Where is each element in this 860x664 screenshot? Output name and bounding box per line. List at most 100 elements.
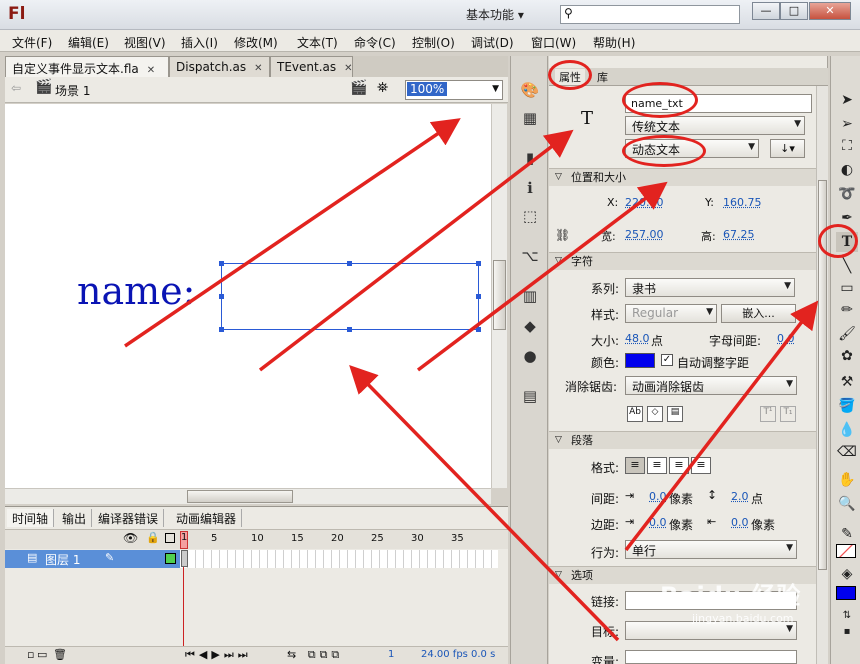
stage-name-label[interactable]: name: [77,269,195,313]
dynamic-text-field[interactable] [219,261,481,332]
deco-tool-icon[interactable]: ✿ [836,346,858,366]
selection-handle[interactable] [219,327,224,332]
menu-file[interactable]: 文件(F) [12,34,52,51]
selection-handle[interactable] [219,294,224,299]
html-render-button[interactable]: ◇ [647,406,663,422]
menu-modify[interactable]: 修改(M) [234,34,278,51]
subselection-tool-icon[interactable]: ➢ [836,114,858,134]
letter-spacing-value[interactable]: 0.0 [777,332,795,345]
character-header[interactable]: ▽ 字符 [549,252,816,270]
new-layer-icon[interactable]: ▫ [27,648,34,661]
selection-handle[interactable] [476,261,481,266]
selectable-button[interactable]: Ab [627,406,643,422]
eraser-tool-icon[interactable]: ⌫ [836,442,858,462]
selection-handle[interactable] [219,261,224,266]
line-spacing-value[interactable]: 2.0 [731,490,749,503]
menu-view[interactable]: 视图(V) [124,34,166,51]
text-engine-select[interactable]: 传统文本 ▼ [625,116,805,135]
project-icon[interactable]: ● [520,346,540,366]
menu-help[interactable]: 帮助(H) [593,34,635,51]
close-button[interactable]: ✕ [809,2,851,20]
stroke-color-swatch[interactable] [836,544,856,558]
align-left-button[interactable]: ≡ [625,457,645,474]
frame-rate[interactable]: 24.00 fps [421,649,468,660]
menu-text[interactable]: 文本(T) [297,34,338,51]
selection-tool-icon[interactable]: ➤ [836,90,858,110]
x-value[interactable]: 220.00 [625,196,664,209]
paragraph-header[interactable]: ▽ 段落 [549,431,816,449]
left-margin-value[interactable]: 0.0 [649,516,667,529]
minimize-button[interactable]: — [752,2,780,20]
new-folder-icon[interactable]: ▭ [37,648,47,661]
menu-window[interactable]: 窗口(W) [531,34,576,51]
paint-bucket-tool-icon[interactable]: 🪣 [836,396,858,416]
justify-button[interactable]: ≡ [691,457,711,474]
default-colors-icon[interactable]: ▪ [836,622,858,642]
text-orientation-button[interactable]: ↓▾ [770,139,805,158]
font-style-select[interactable]: Regular ▼ [625,304,717,323]
font-size-value[interactable]: 48.0 [625,332,650,345]
scene-label[interactable]: 场景 1 [55,82,90,99]
line-type-select[interactable]: 单行 ▼ [625,540,797,559]
close-icon[interactable]: ✕ [147,65,155,76]
free-transform-tool-icon[interactable]: ⛶ [836,136,858,156]
width-value[interactable]: 257.00 [625,228,664,241]
superscript-button[interactable]: T¹ [760,406,776,422]
tab-fla-document[interactable]: 自定义事件显示文本.fla ✕ [5,56,169,77]
y-value[interactable]: 160.75 [723,196,762,209]
auto-kern-checkbox[interactable]: ✓ [661,354,673,366]
indent-value[interactable]: 0.0 [649,490,667,503]
transform-icon[interactable]: ⬚ [520,206,540,226]
subscript-button[interactable]: T₁ [780,406,796,422]
stage-vertical-scrollbar[interactable] [491,104,507,488]
menu-insert[interactable]: 插入(I) [181,34,218,51]
swatches-icon[interactable]: ▦ [520,108,540,128]
rectangle-tool-icon[interactable]: ▭ [836,278,858,298]
right-margin-value[interactable]: 0.0 [731,516,749,529]
close-icon[interactable]: ✕ [254,63,262,74]
lock-icon[interactable]: 🔒 [146,531,160,544]
tab-motion-editor[interactable]: 动画编辑器 [171,509,243,527]
edit-scene-icon[interactable]: 🎬 [350,80,367,96]
stage-horizontal-scrollbar[interactable] [5,488,491,504]
height-value[interactable]: 67.25 [723,228,755,241]
stroke-color-icon[interactable]: ✎ [836,524,858,544]
menu-debug[interactable]: 调试(D) [471,34,514,51]
font-family-select[interactable]: 隶书 ▼ [625,278,795,297]
workspace-switcher[interactable]: 基本功能 ▾ [466,6,524,23]
edit-symbol-icon[interactable]: ⛯ [377,80,388,96]
bone-tool-icon[interactable]: ⚒ [836,372,858,392]
embed-button[interactable]: 嵌入... [721,304,796,323]
show-border-button[interactable]: ▤ [667,406,683,422]
close-icon[interactable]: ✕ [344,63,352,74]
stage-canvas[interactable]: name: [5,104,491,488]
menu-commands[interactable]: 命令(C) [354,34,396,51]
tab-tevent-as[interactable]: TEvent.as ✕ [270,56,353,77]
fill-color-icon[interactable]: ◈ [836,564,858,584]
zoom-select[interactable]: 100% ▼ [405,80,503,100]
selection-handle[interactable] [347,327,352,332]
line-tool-icon[interactable]: ╲ [836,256,858,276]
eye-icon[interactable]: 👁 [123,531,138,545]
scroll-thumb[interactable] [493,260,506,330]
hand-tool-icon[interactable]: ✋ [836,470,858,490]
pencil-tool-icon[interactable]: ✏ [836,300,858,320]
layer-color-swatch[interactable] [165,553,176,564]
position-size-header[interactable]: ▽ 位置和大小 [549,168,816,186]
align-icon[interactable]: ▮ [520,148,540,168]
panel-scrollbar[interactable] [816,86,828,664]
color-panel-icon[interactable]: 🎨 [520,80,540,100]
align-center-button[interactable]: ≡ [647,457,667,474]
align-right-button[interactable]: ≡ [669,457,689,474]
scroll-thumb[interactable] [187,490,293,503]
code-snippets-icon[interactable]: ⌥ [520,246,540,266]
layer-row[interactable]: ▤ 图层 1 ✎ [5,550,180,568]
zoom-tool-icon[interactable]: 🔍 [836,494,858,514]
selection-handle[interactable] [347,261,352,266]
movie-explorer-icon[interactable]: ▤ [520,386,540,406]
tab-compiler-errors[interactable]: 编译器错误 [93,509,165,527]
delete-layer-icon[interactable]: 🗑 [53,648,67,661]
components-icon[interactable]: ▥ [520,286,540,306]
link-constraint-icon[interactable]: ⛓ [555,228,570,242]
selection-handle[interactable] [476,327,481,332]
